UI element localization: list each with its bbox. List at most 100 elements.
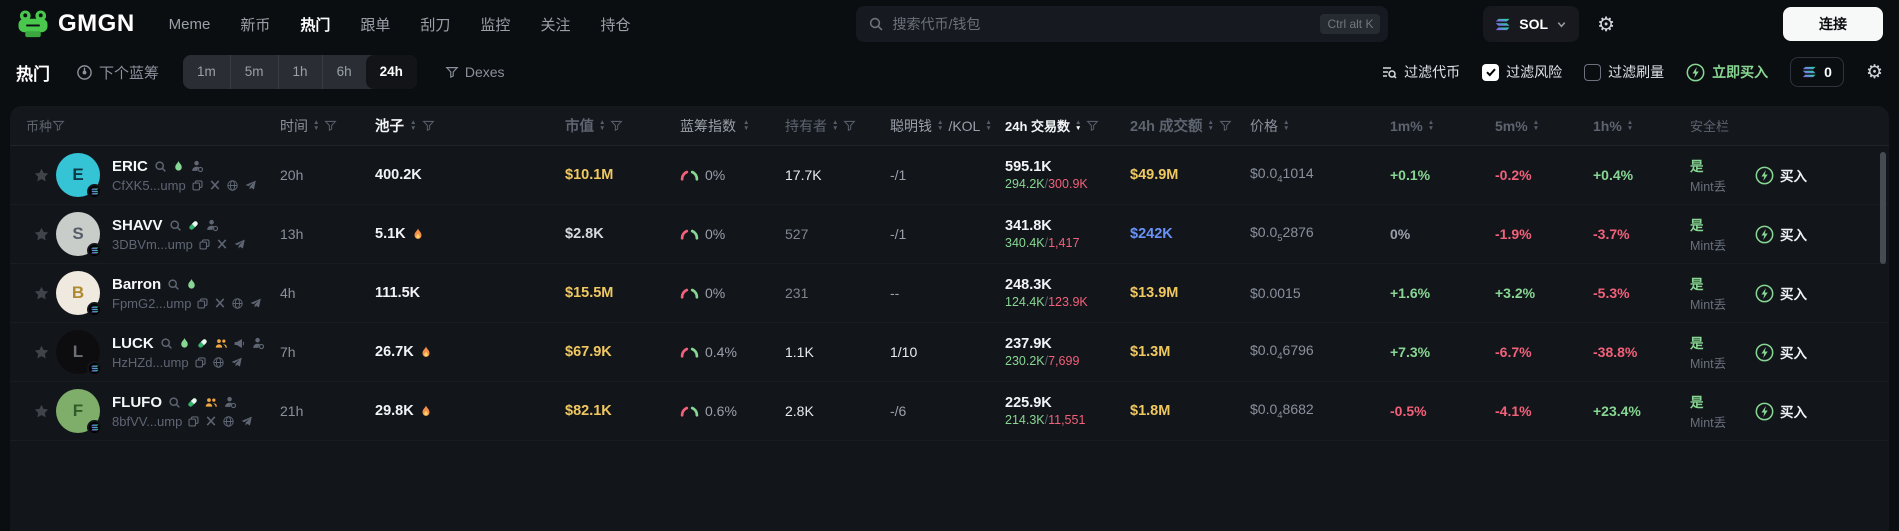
column-header-1m%[interactable]: 1m% ▲ ▼ <box>1390 118 1495 134</box>
funnel-icon[interactable] <box>324 119 338 132</box>
x-icon[interactable] <box>216 238 228 250</box>
sort-icon[interactable]: ▲ ▼ <box>832 119 838 132</box>
favorite-star-icon[interactable] <box>26 167 56 184</box>
nav-item-7[interactable]: 关注 <box>540 14 570 35</box>
globe-icon[interactable] <box>222 415 235 428</box>
sort-icon[interactable]: ▲ ▼ <box>1627 119 1633 132</box>
brand[interactable]: GMGN <box>16 9 135 39</box>
search-box[interactable]: Ctrl alt K <box>856 6 1389 42</box>
token-avatar[interactable]: F <box>56 389 102 435</box>
next-bluechip-link[interactable]: 下个蓝筹 <box>76 62 159 83</box>
filter-risk-checkbox[interactable]: 过滤风险 <box>1482 62 1562 82</box>
token-address[interactable]: 8bfVV...ump <box>112 414 182 429</box>
favorite-star-icon[interactable] <box>26 344 56 361</box>
favorite-star-icon[interactable] <box>26 226 56 243</box>
funnel-icon[interactable] <box>1086 119 1100 132</box>
x-icon[interactable] <box>214 297 226 309</box>
flame-icon[interactable] <box>172 160 185 173</box>
funnel-icon[interactable] <box>52 119 65 132</box>
column-header-池子[interactable]: 池子 ▲ ▼ <box>375 115 565 136</box>
copy-icon[interactable] <box>196 297 209 310</box>
funnel-icon[interactable] <box>422 119 436 132</box>
megaphone-icon[interactable] <box>233 337 246 350</box>
table-row[interactable]: S SHAVV 3DBVm...ump 13h 5.1K $2.8K 0% 52… <box>10 205 1889 264</box>
funnel-icon[interactable] <box>610 119 624 132</box>
sort-icon[interactable]: ▲ ▼ <box>1283 119 1289 132</box>
token-name[interactable]: Barron <box>112 276 161 293</box>
tab-1m[interactable]: 1m <box>183 55 230 89</box>
column-header-聪明钱[interactable]: 聪明钱 ▲ ▼/KOL ▲ ▼ <box>890 116 1005 136</box>
list-settings-gear-icon[interactable]: ⚙ <box>1866 61 1883 84</box>
token-address[interactable]: 3DBVm...ump <box>112 237 193 252</box>
buy-button[interactable]: 买入 <box>1755 342 1807 362</box>
table-row[interactable]: E ERIC CfXK5...ump 20h 400.2K $10.1M 0% … <box>10 146 1889 205</box>
people-icon[interactable] <box>204 396 218 409</box>
token-address[interactable]: FpmG2...ump <box>112 296 191 311</box>
token-name[interactable]: ERIC <box>112 158 148 175</box>
pill-icon[interactable] <box>196 337 209 350</box>
token-name[interactable]: FLUFO <box>112 394 162 411</box>
dev-icon[interactable] <box>205 218 219 232</box>
sort-icon[interactable]: ▲ ▼ <box>937 119 943 132</box>
globe-icon[interactable] <box>212 356 225 369</box>
tab-5m[interactable]: 5m <box>229 55 278 89</box>
instant-buy-button[interactable]: 立即买入 <box>1686 62 1768 82</box>
telegram-icon[interactable] <box>244 179 257 192</box>
copy-icon[interactable] <box>191 179 204 192</box>
token-address[interactable]: HzHZd...ump <box>112 355 189 370</box>
token-address[interactable]: CfXK5...ump <box>112 178 186 193</box>
search-icon[interactable] <box>160 337 173 350</box>
nav-item-1[interactable]: Meme <box>169 16 211 33</box>
column-header-1h%[interactable]: 1h% ▲ ▼ <box>1593 118 1690 134</box>
dev-icon[interactable] <box>223 395 237 409</box>
search-icon[interactable] <box>154 160 167 173</box>
token-avatar[interactable]: B <box>56 271 102 317</box>
search-input[interactable] <box>892 16 1313 32</box>
nav-item-5[interactable]: 刮刀 <box>420 14 450 35</box>
telegram-icon[interactable] <box>240 415 253 428</box>
column-header-蓝筹指数[interactable]: 蓝筹指数 ▲ ▼ <box>680 116 785 136</box>
flame-icon[interactable] <box>185 278 198 291</box>
column-header-价格[interactable]: 价格 ▲ ▼ <box>1250 116 1390 136</box>
table-row[interactable]: F FLUFO 8bfVV...ump 21h 29.8K $82.1K 0.6… <box>10 382 1889 441</box>
nav-item-8[interactable]: 持仓 <box>600 14 630 35</box>
copy-icon[interactable] <box>198 238 211 251</box>
sort-icon[interactable]: ▲ ▼ <box>743 119 749 132</box>
token-avatar[interactable]: S <box>56 212 102 258</box>
table-row[interactable]: B Barron FpmG2...ump 4h 111.5K $15.5M 0%… <box>10 264 1889 323</box>
filter-wash-checkbox[interactable]: 过滤刷量 <box>1584 62 1664 82</box>
funnel-icon[interactable] <box>843 119 857 132</box>
column-header-时间[interactable]: 时间 ▲ ▼ <box>280 116 375 136</box>
copy-icon[interactable] <box>194 356 207 369</box>
connect-button[interactable]: 连接 <box>1783 7 1883 41</box>
buy-button[interactable]: 买入 <box>1755 283 1807 303</box>
telegram-icon[interactable] <box>249 297 262 310</box>
token-avatar[interactable]: L <box>56 330 102 376</box>
dev-icon[interactable] <box>190 159 204 173</box>
nav-item-4[interactable]: 跟单 <box>360 14 390 35</box>
dexes-filter[interactable]: Dexes <box>445 64 505 80</box>
sort-icon[interactable]: ▲ ▼ <box>599 119 605 132</box>
buy-button[interactable]: 买入 <box>1755 224 1807 244</box>
pill-icon[interactable] <box>187 219 200 232</box>
buy-button[interactable]: 买入 <box>1755 165 1807 185</box>
column-header-24h 交易数[interactable]: 24h 交易数 ▲ ▼ <box>1005 116 1130 135</box>
column-header-持有者[interactable]: 持有者 ▲ ▼ <box>785 116 890 136</box>
sort-icon[interactable]: ▲ ▼ <box>410 119 416 132</box>
pill-icon[interactable] <box>186 396 199 409</box>
scrollbar-thumb[interactable] <box>1880 152 1886 264</box>
sort-icon[interactable]: ▲ ▼ <box>1075 119 1081 132</box>
column-header-5m%[interactable]: 5m% ▲ ▼ <box>1495 118 1593 134</box>
sort-icon[interactable]: ▲ ▼ <box>1428 119 1434 132</box>
tab-6h[interactable]: 6h <box>321 55 366 89</box>
dev-icon[interactable] <box>251 336 265 350</box>
nav-item-3[interactable]: 热门 <box>300 14 330 35</box>
funnel-icon[interactable] <box>1219 119 1232 132</box>
favorite-star-icon[interactable] <box>26 285 56 302</box>
sort-icon[interactable]: ▲ ▼ <box>1208 119 1214 132</box>
token-avatar[interactable]: E <box>56 153 102 199</box>
column-header-市值[interactable]: 市值 ▲ ▼ <box>565 115 680 136</box>
nav-item-2[interactable]: 新币 <box>240 14 270 35</box>
sort-icon[interactable]: ▲ ▼ <box>985 119 991 132</box>
search-icon[interactable] <box>167 278 180 291</box>
